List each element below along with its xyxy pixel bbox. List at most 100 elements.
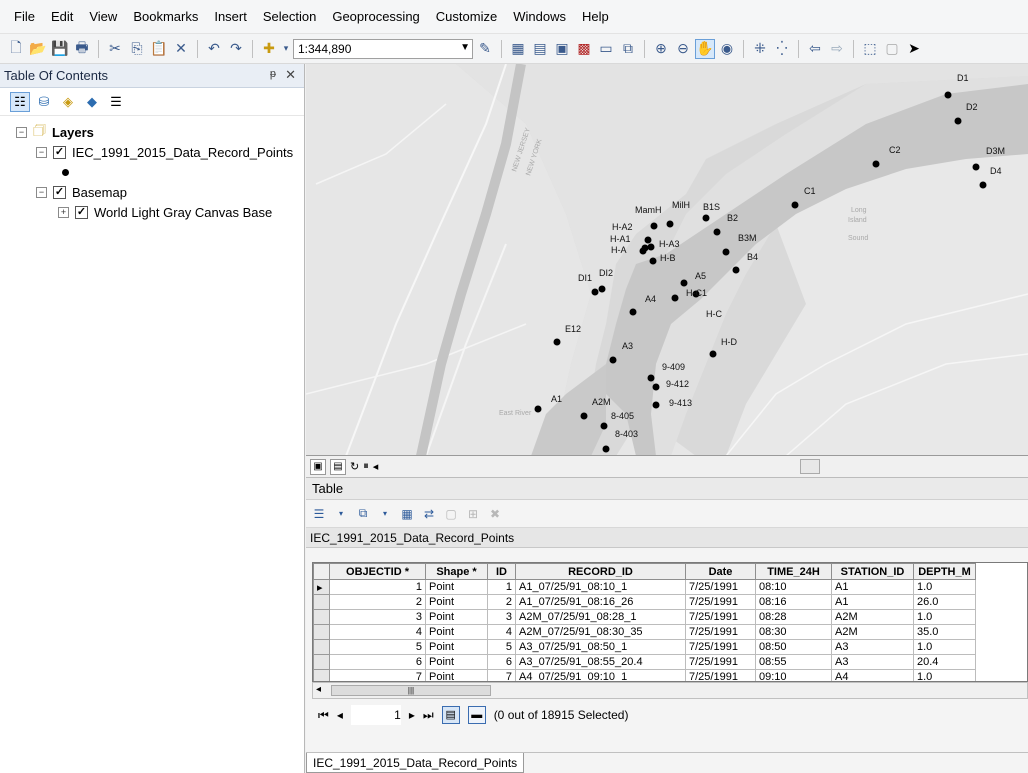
- table-cell[interactable]: 4: [329, 624, 426, 640]
- column-header[interactable]: RECORD_ID: [515, 563, 686, 580]
- model-builder-icon[interactable]: ⧉: [618, 39, 638, 59]
- table-row[interactable]: 4 Point 4 A2M_07/25/91_08:30_35 7/25/1991 08:…: [313, 624, 976, 640]
- new-document-icon[interactable]: 🗋: [6, 39, 26, 59]
- table-cell[interactable]: 5: [487, 639, 516, 655]
- forward-arrow-icon[interactable]: ⇨: [827, 39, 847, 59]
- next-record-icon[interactable]: ▸: [409, 708, 415, 722]
- table-cell[interactable]: 08:30: [755, 624, 832, 640]
- menu-help[interactable]: Help: [574, 6, 617, 28]
- table-cell[interactable]: 6: [487, 654, 516, 670]
- table-cell[interactable]: 7/25/1991: [685, 654, 756, 670]
- last-record-icon[interactable]: ⏭: [423, 708, 434, 723]
- table-cell[interactable]: 2: [329, 594, 426, 610]
- delete-icon[interactable]: ✕: [171, 39, 191, 59]
- redo-icon[interactable]: ↷: [226, 39, 246, 59]
- paste-icon[interactable]: 📋: [149, 39, 169, 59]
- row-selector[interactable]: [313, 609, 330, 625]
- table-cell[interactable]: 7/25/1991: [685, 579, 756, 595]
- list-by-selection-icon[interactable]: ◆: [82, 92, 102, 112]
- column-header[interactable]: DEPTH_M: [913, 563, 976, 580]
- row-selector[interactable]: [313, 624, 330, 640]
- options-icon[interactable]: ☰: [106, 92, 126, 112]
- table-cell[interactable]: A1_07/25/91_08:10_1: [515, 579, 686, 595]
- table-cell[interactable]: Point: [425, 669, 488, 681]
- current-record-field[interactable]: 1: [350, 705, 401, 725]
- clear-selection-icon[interactable]: ▢: [882, 39, 902, 59]
- table-options-icon[interactable]: ☰: [310, 505, 328, 523]
- cut-icon[interactable]: ✂: [105, 39, 125, 59]
- tree-node-world-light-gray[interactable]: + ✓ World Light Gray Canvas Base: [0, 202, 304, 222]
- table-cell[interactable]: 1: [329, 579, 426, 595]
- table-cell[interactable]: 08:10: [755, 579, 832, 595]
- visibility-checkbox[interactable]: ✓: [53, 145, 66, 159]
- save-icon[interactable]: 💾: [50, 39, 70, 59]
- table-row[interactable]: 7 Point 7 A4_07/25/91_09:10_1 7/25/1991 09:10…: [313, 669, 976, 681]
- table-cell[interactable]: A3_07/25/91_08:50_1: [515, 639, 686, 655]
- table-cell[interactable]: Point: [425, 579, 488, 595]
- table-cell[interactable]: 2: [487, 594, 516, 610]
- table-row[interactable]: ▸ 1 Point 1 A1_07/25/91_08:10_1 7/25/1991 08:1…: [313, 579, 976, 595]
- table-cell[interactable]: 35.0: [913, 624, 976, 640]
- attribute-table[interactable]: OBJECTID * Shape * ID RECORD_ID Date TIM…: [312, 562, 1028, 682]
- table-row[interactable]: 5 Point 5 A3_07/25/91_08:50_1 7/25/1991 08:50…: [313, 639, 976, 655]
- chevron-down-icon[interactable]: ▼: [460, 42, 470, 53]
- python-window-icon[interactable]: ▭: [596, 39, 616, 59]
- menu-geoprocessing[interactable]: Geoprocessing: [324, 6, 427, 28]
- editor-toolbar-icon[interactable]: ✎: [475, 39, 495, 59]
- catalog-window-icon[interactable]: ▤: [530, 39, 550, 59]
- row-selector[interactable]: ▸: [313, 579, 330, 595]
- close-icon[interactable]: ✕: [285, 67, 296, 83]
- horizontal-scrollbar[interactable]: ◂ |||: [312, 682, 1028, 699]
- refresh-icon[interactable]: ↻: [350, 460, 359, 473]
- show-selected-records-button[interactable]: ▬: [467, 706, 486, 724]
- menu-view[interactable]: View: [81, 6, 125, 28]
- zoom-in-icon[interactable]: ⊕: [651, 39, 671, 59]
- table-cell[interactable]: Point: [425, 639, 488, 655]
- visibility-checkbox[interactable]: ✓: [53, 185, 66, 199]
- table-cell[interactable]: 1.0: [913, 639, 976, 655]
- zoom-out-icon[interactable]: ⊖: [673, 39, 693, 59]
- table-cell[interactable]: A2M_07/25/91_08:30_35: [515, 624, 686, 640]
- table-cell[interactable]: 7/25/1991: [685, 594, 756, 610]
- pause-drawing-icon[interactable]: ⏸: [363, 460, 369, 473]
- tree-node-layers[interactable]: − 🗇 Layers: [0, 122, 304, 142]
- fixed-zoom-out-icon[interactable]: ⁛: [772, 39, 792, 59]
- select-features-icon[interactable]: ⬚: [860, 39, 880, 59]
- search-window-icon[interactable]: ▣: [552, 39, 572, 59]
- table-cell[interactable]: 3: [487, 609, 516, 625]
- select-by-attributes-icon[interactable]: ▦: [398, 505, 416, 523]
- column-header[interactable]: Date: [685, 563, 756, 580]
- column-header[interactable]: OBJECTID *: [329, 563, 426, 580]
- table-cell[interactable]: A1_07/25/91_08:16_26: [515, 594, 686, 610]
- table-cell[interactable]: 7/25/1991: [685, 609, 756, 625]
- list-by-drawing-order-icon[interactable]: ☷: [10, 91, 30, 112]
- table-cell[interactable]: 7/25/1991: [685, 669, 756, 681]
- add-data-icon[interactable]: ✚: [259, 39, 279, 59]
- table-cell[interactable]: A4: [831, 669, 914, 681]
- table-cell[interactable]: 08:28: [755, 609, 832, 625]
- table-cell[interactable]: 7/25/1991: [685, 639, 756, 655]
- row-selector[interactable]: [313, 654, 330, 670]
- collapse-icon[interactable]: −: [36, 146, 47, 158]
- arctoolbox-icon[interactable]: ▩: [574, 39, 594, 59]
- dropdown-icon[interactable]: ▾: [332, 505, 350, 523]
- table-cell[interactable]: A2M_07/25/91_08:28_1: [515, 609, 686, 625]
- table-cell[interactable]: A1: [831, 594, 914, 610]
- table-window-icon[interactable]: ▦: [508, 39, 528, 59]
- scrollbar-thumb[interactable]: |||: [331, 685, 491, 696]
- data-view-button[interactable]: ▣: [310, 458, 326, 475]
- table-cell[interactable]: A3_07/25/91_08:55_20.4: [515, 654, 686, 670]
- show-all-records-button[interactable]: ▤: [441, 706, 460, 724]
- column-header[interactable]: STATION_ID: [831, 563, 914, 580]
- table-cell[interactable]: 08:16: [755, 594, 832, 610]
- map-view[interactable]: D1 D2 C2 D3M D4 C1 MamH MilH B1S B2 H-A2 H-A1 …: [306, 64, 1028, 456]
- delete-selected-icon[interactable]: ✖: [486, 505, 504, 523]
- table-cell[interactable]: 4: [487, 624, 516, 640]
- table-cell[interactable]: 7: [487, 669, 516, 681]
- menu-insert[interactable]: Insert: [206, 6, 255, 28]
- menu-edit[interactable]: Edit: [43, 6, 81, 28]
- table-cell[interactable]: Point: [425, 609, 488, 625]
- first-record-icon[interactable]: ⏮: [318, 708, 329, 723]
- table-row[interactable]: 6 Point 6 A3_07/25/91_08:55_20.4 7/25/1991 08…: [313, 654, 976, 670]
- scroll-left-icon[interactable]: ◂: [316, 684, 321, 695]
